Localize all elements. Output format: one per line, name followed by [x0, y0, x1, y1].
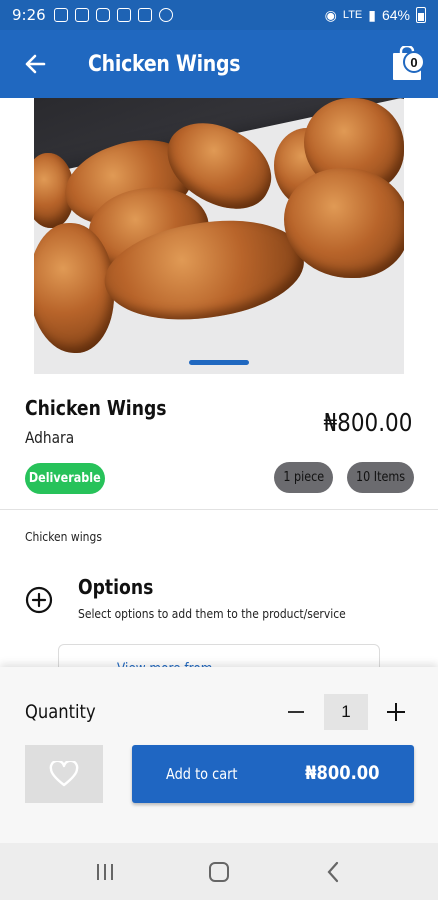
gallery-icon [137, 8, 152, 22]
stock-chip: 10 Items [347, 462, 414, 493]
unit-chip-label: 1 piece [283, 470, 324, 485]
favorite-button[interactable] [25, 745, 103, 803]
status-bar: 9:26 ◉ LTE ▮ 64% [0, 0, 438, 30]
system-icons: ◉ LTE ▮ 64% [325, 7, 426, 24]
app-bar: Chicken Wings 0 [0, 30, 438, 98]
quantity-label: Quantity [25, 701, 96, 723]
arrow-left-icon [25, 54, 46, 74]
recents-icon [97, 863, 113, 880]
check-icon [158, 8, 173, 22]
add-to-cart-button[interactable]: Add to cart ₦800.00 [132, 745, 414, 803]
product-name: Chicken Wings [25, 396, 167, 420]
deliverable-badge-label: Deliverable [29, 471, 101, 486]
product-description: Chicken wings [25, 529, 102, 544]
add-to-cart-price: ₦800.00 [305, 762, 380, 784]
signal-label: LTE [342, 9, 363, 21]
cart-button[interactable]: 0 [390, 44, 425, 82]
wing-shape [34, 223, 114, 353]
recents-button[interactable] [85, 852, 125, 892]
increase-quantity-button[interactable] [383, 697, 409, 727]
quantity-input[interactable]: 1 [324, 694, 368, 730]
home-icon [209, 861, 229, 882]
product-price: ₦800.00 [323, 408, 412, 437]
battery-percent: 64% [381, 7, 410, 23]
home-button[interactable] [199, 852, 239, 892]
stock-chip-label: 10 Items [355, 470, 406, 485]
chevron-left-icon [327, 861, 339, 882]
system-nav-bar [0, 843, 438, 900]
purchase-panel: Quantity 1 Add to cart ₦800.00 [0, 667, 438, 843]
add-to-cart-label: Add to cart [166, 765, 238, 783]
status-time: 9:26 [12, 6, 46, 24]
signal-icon: ▮ [368, 6, 376, 23]
options-subtitle: Select options to add them to the produc… [78, 606, 346, 621]
deliverable-badge: Deliverable [25, 463, 105, 494]
instagram-icon [95, 8, 110, 22]
app-icon [116, 8, 131, 22]
location-icon: ◉ [324, 6, 337, 23]
product-image[interactable] [34, 98, 404, 374]
decrease-quantity-button[interactable] [284, 697, 308, 727]
unit-chip: 1 piece [274, 462, 333, 493]
nav-back-button[interactable] [313, 852, 353, 892]
plus-circle-icon[interactable] [25, 586, 53, 614]
divider [0, 509, 438, 510]
app-icon [74, 8, 89, 22]
back-button[interactable] [0, 30, 70, 98]
options-title: Options [78, 575, 154, 599]
page-title: Chicken Wings [88, 51, 241, 77]
notification-icons [53, 8, 173, 22]
cart-count-badge: 0 [403, 51, 425, 73]
seller-name[interactable]: Adhara [25, 428, 74, 447]
battery-icon [416, 7, 426, 23]
mail-icon [53, 8, 68, 22]
heart-icon [49, 761, 79, 787]
carousel-indicator [189, 360, 249, 365]
